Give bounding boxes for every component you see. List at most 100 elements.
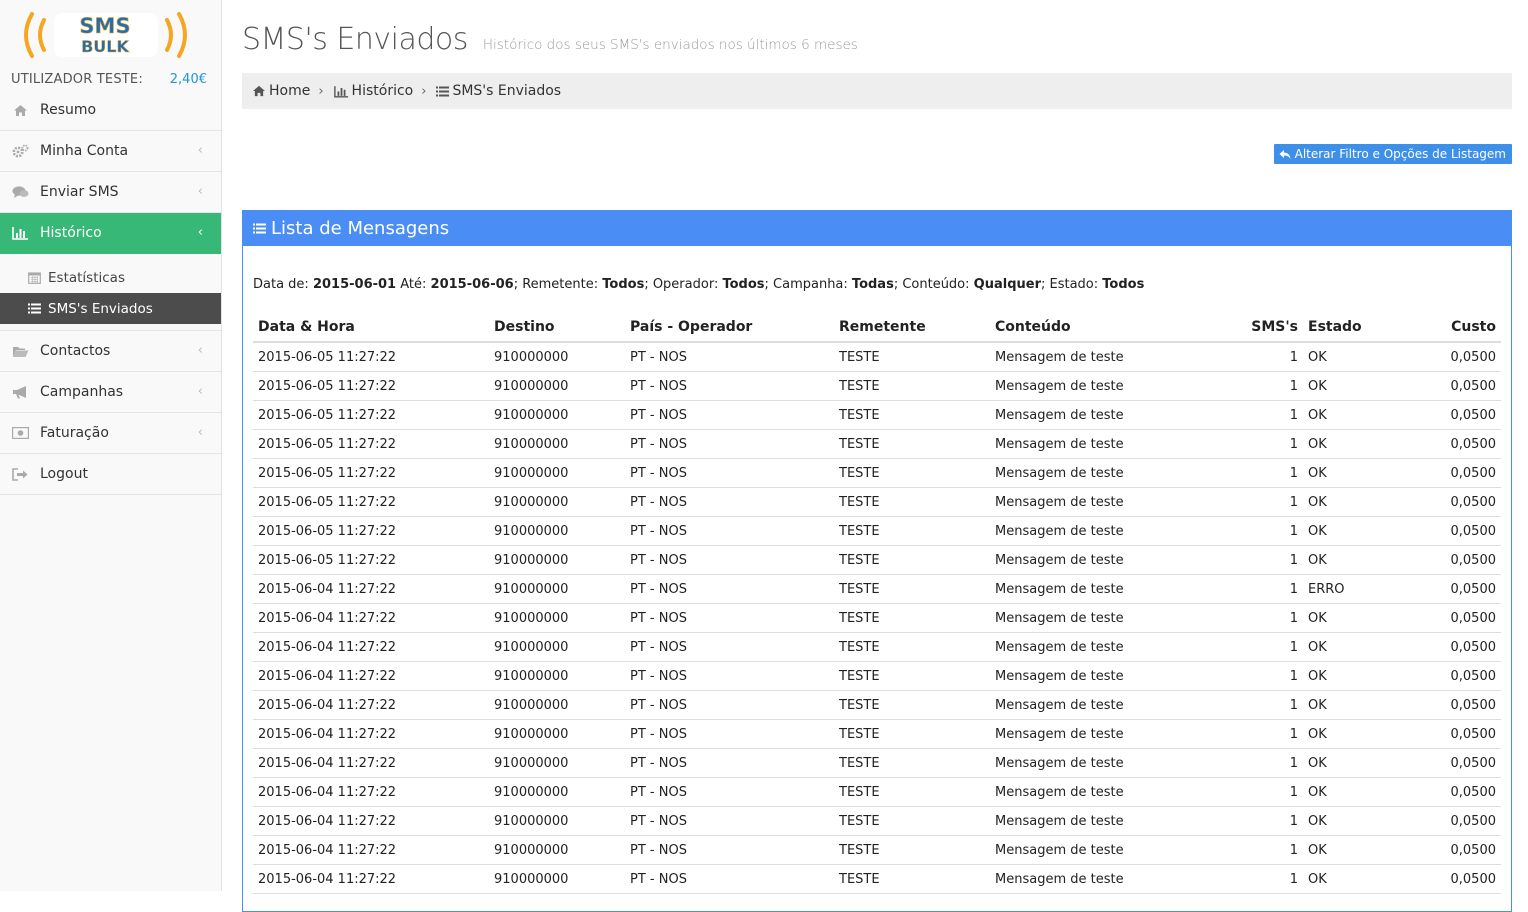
table-row[interactable]: 2015-06-04 11:27:22 910000000 PT - NOS TEST… [253, 632, 1501, 662]
breadcrumb-home[interactable]: Home [252, 83, 310, 99]
cell-sms-count: 1 [1188, 342, 1303, 372]
table-row[interactable]: 2015-06-05 11:27:22 910000000 PT - NOS TEST… [253, 516, 1501, 546]
cell-country-operator: PT - NOS [625, 719, 834, 749]
table-row[interactable]: 2015-06-05 11:27:22 910000000 PT - NOS TEST… [253, 342, 1501, 372]
cell-content: Mensagem de teste [990, 719, 1188, 749]
table-row[interactable]: 2015-06-04 11:27:22 910000000 PT - NOS TEST… [253, 864, 1501, 894]
list-icon [28, 303, 42, 314]
cell-status: OK [1303, 458, 1398, 488]
table-row[interactable]: 2015-06-04 11:27:22 910000000 PT - NOS TEST… [253, 835, 1501, 865]
chevron-left-icon: ‹ [197, 184, 203, 199]
col-header-cost[interactable]: Custo [1398, 312, 1501, 343]
table-row[interactable]: 2015-06-04 11:27:22 910000000 PT - NOS TEST… [253, 603, 1501, 633]
table-row[interactable]: 2015-06-04 11:27:22 910000000 PT - NOS TEST… [253, 806, 1501, 836]
cell-sender: TESTE [834, 545, 990, 575]
table-row[interactable]: 2015-06-04 11:27:22 910000000 PT - NOS TEST… [253, 574, 1501, 604]
table-row[interactable]: 2015-06-04 11:27:22 910000000 PT - NOS TEST… [253, 777, 1501, 807]
table-row[interactable]: 2015-06-04 11:27:22 910000000 PT - NOS TEST… [253, 719, 1501, 749]
table-row[interactable]: 2015-06-05 11:27:22 910000000 PT - NOS TEST… [253, 371, 1501, 401]
change-filter-button[interactable]: Alterar Filtro e Opções de Listagem [1273, 144, 1512, 164]
cell-cost: 0,0500 [1398, 690, 1501, 720]
cell-content: Mensagem de teste [990, 342, 1188, 372]
cell-sms-count: 1 [1188, 719, 1303, 749]
sidebar-item-campanhas[interactable]: Campanhas ‹ [0, 372, 221, 413]
table-row[interactable]: 2015-06-04 11:27:22 910000000 PT - NOS TEST… [253, 748, 1501, 778]
sidebar-item-contactos[interactable]: Contactos ‹ [0, 331, 221, 372]
cell-status: OK [1303, 835, 1398, 865]
cell-datetime: 2015-06-05 11:27:22 [253, 371, 489, 401]
page-title-text: SMS's Enviados [242, 22, 468, 57]
cell-sms-count: 1 [1188, 632, 1303, 662]
breadcrumb-historico[interactable]: Histórico [333, 83, 413, 99]
cell-content: Mensagem de teste [990, 545, 1188, 575]
cell-datetime: 2015-06-04 11:27:22 [253, 835, 489, 865]
cell-sms-count: 1 [1188, 748, 1303, 778]
cell-country-operator: PT - NOS [625, 574, 834, 604]
submenu-item-estatisticas[interactable]: Estatísticas [0, 262, 221, 293]
cell-cost: 0,0500 [1398, 864, 1501, 894]
sidebar-item-minha-conta[interactable]: Minha Conta ‹ [0, 131, 221, 172]
cell-cost: 0,0500 [1398, 603, 1501, 633]
table-row[interactable]: 2015-06-04 11:27:22 910000000 PT - NOS TEST… [253, 690, 1501, 720]
sidebar-item-logout[interactable]: Logout [0, 454, 221, 495]
cell-sender: TESTE [834, 835, 990, 865]
table-row[interactable]: 2015-06-04 11:27:22 910000000 PT - NOS TEST… [253, 661, 1501, 691]
cell-content: Mensagem de teste [990, 429, 1188, 459]
user-balance[interactable]: 2,40€ [170, 72, 207, 87]
cell-destination: 910000000 [489, 371, 625, 401]
sidebar-item-faturacao[interactable]: Faturação ‹ [0, 413, 221, 454]
sidebar-item-resumo[interactable]: Resumo [0, 90, 221, 131]
cell-cost: 0,0500 [1398, 806, 1501, 836]
cell-status: OK [1303, 342, 1398, 372]
table-row[interactable]: 2015-06-05 11:27:22 910000000 PT - NOS TEST… [253, 400, 1501, 430]
cell-country-operator: PT - NOS [625, 748, 834, 778]
cell-destination: 910000000 [489, 429, 625, 459]
cell-country-operator: PT - NOS [625, 400, 834, 430]
historico-submenu: Estatísticas SMS's Enviados [0, 254, 221, 331]
cell-country-operator: PT - NOS [625, 458, 834, 488]
col-header-sms-count[interactable]: SMS's [1188, 312, 1303, 343]
col-header-country-operator[interactable]: País - Operador [625, 312, 834, 343]
col-header-status[interactable]: Estado [1303, 312, 1398, 343]
cell-country-operator: PT - NOS [625, 603, 834, 633]
cell-content: Mensagem de teste [990, 632, 1188, 662]
col-header-datetime[interactable]: Data & Hora [253, 312, 489, 343]
submenu-item-label: Estatísticas [48, 269, 125, 286]
breadcrumb-label: SMS's Enviados [452, 83, 562, 99]
sms-bulk-logo[interactable]: SMS BULK [18, 8, 193, 62]
cell-status: ERRO [1303, 574, 1398, 604]
cell-sms-count: 1 [1188, 400, 1303, 430]
col-header-sender[interactable]: Remetente [834, 312, 990, 343]
page-subtitle: Histórico dos seus SMS's enviados nos úl… [482, 37, 858, 53]
bar-chart-icon [333, 85, 349, 98]
sidebar-item-historico[interactable]: Histórico ‹ [0, 213, 221, 254]
sidebar-menu: Resumo Minha Conta ‹ Enviar SMS ‹ Histór… [0, 90, 221, 495]
folder-open-icon [12, 344, 29, 358]
cell-sms-count: 1 [1188, 864, 1303, 894]
cell-datetime: 2015-06-05 11:27:22 [253, 458, 489, 488]
breadcrumb-sms-enviados[interactable]: SMS's Enviados [436, 83, 561, 99]
cell-sms-count: 1 [1188, 545, 1303, 575]
cell-status: OK [1303, 487, 1398, 517]
table-row[interactable]: 2015-06-05 11:27:22 910000000 PT - NOS TEST… [253, 487, 1501, 517]
comments-icon [12, 185, 29, 199]
cell-content: Mensagem de teste [990, 574, 1188, 604]
cell-content: Mensagem de teste [990, 661, 1188, 691]
table-row[interactable]: 2015-06-05 11:27:22 910000000 PT - NOS TEST… [253, 429, 1501, 459]
cell-destination: 910000000 [489, 545, 625, 575]
table-row[interactable]: 2015-06-05 11:27:22 910000000 PT - NOS TEST… [253, 545, 1501, 575]
cell-country-operator: PT - NOS [625, 690, 834, 720]
table-row[interactable]: 2015-06-05 11:27:22 910000000 PT - NOS TEST… [253, 458, 1501, 488]
submenu-item-sms-enviados[interactable]: SMS's Enviados [0, 293, 221, 324]
sidebar-item-enviar-sms[interactable]: Enviar SMS ‹ [0, 172, 221, 213]
col-header-content[interactable]: Conteúdo [990, 312, 1188, 343]
cell-sender: TESTE [834, 487, 990, 517]
col-header-destination[interactable]: Destino [489, 312, 625, 343]
cell-country-operator: PT - NOS [625, 429, 834, 459]
cell-datetime: 2015-06-04 11:27:22 [253, 632, 489, 662]
home-icon [252, 85, 266, 97]
filter-from-value: 2015-06-01 [312, 277, 397, 292]
cell-datetime: 2015-06-04 11:27:22 [253, 806, 489, 836]
sidebar-item-label: Faturação [40, 425, 109, 441]
filter-from-label: Data de: [253, 277, 309, 292]
